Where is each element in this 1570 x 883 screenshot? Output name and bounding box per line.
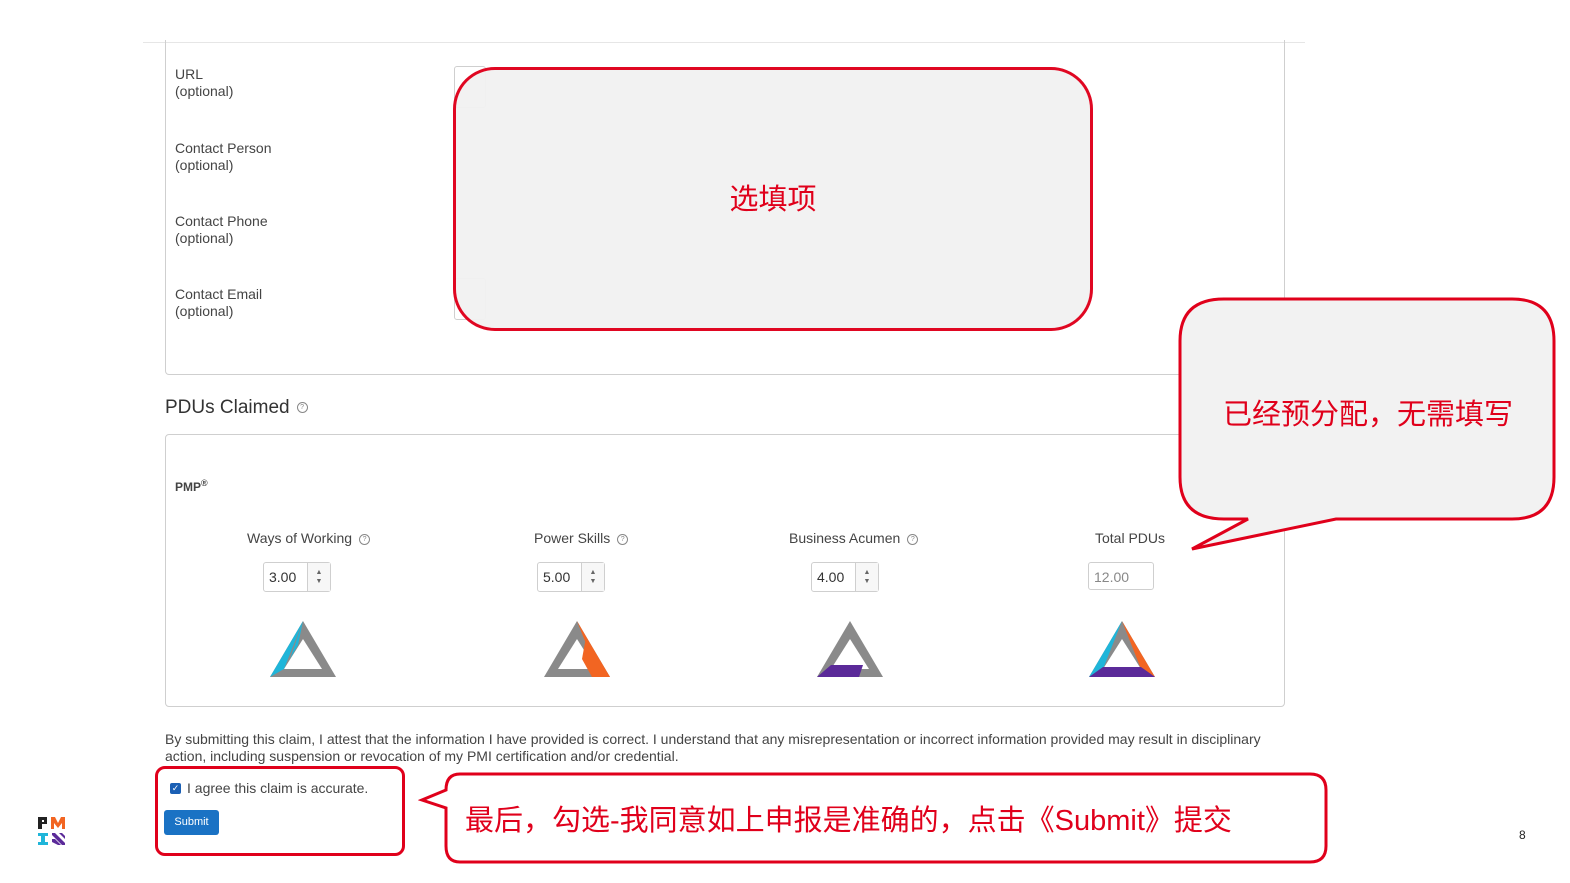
field-label-text: Contact Email bbox=[175, 286, 263, 302]
agree-submit-highlight bbox=[155, 766, 405, 856]
final-step-callout-text: 最后，勾选-我同意如上申报是准确的，点击《Submit》提交 bbox=[465, 805, 1232, 837]
chevron-up-icon[interactable]: ▲ bbox=[316, 568, 323, 577]
url-label: URL (optional) bbox=[175, 66, 233, 100]
field-optional-text: (optional) bbox=[175, 83, 234, 99]
pdus-claimed-title-text: PDUs Claimed bbox=[165, 397, 290, 418]
field-optional-text: (optional) bbox=[175, 157, 234, 173]
help-icon[interactable]: ? bbox=[617, 533, 629, 545]
total-pdus-field: 12.00 bbox=[1088, 562, 1154, 590]
power-skills-stepper[interactable]: 5.00 ▲ ▼ bbox=[537, 562, 605, 592]
stepper-value[interactable]: 5.00 bbox=[538, 563, 581, 591]
power-skills-triangle-icon bbox=[544, 621, 610, 677]
stepper-value[interactable]: 4.00 bbox=[812, 563, 855, 591]
field-label-text: URL bbox=[175, 66, 204, 82]
ways-of-working-stepper[interactable]: 3.00 ▲ ▼ bbox=[263, 562, 331, 592]
column-label-text: Ways of Working bbox=[247, 530, 353, 546]
column-label-text: Business Acumen bbox=[789, 530, 901, 546]
field-label-text: Contact Person bbox=[175, 140, 272, 156]
page-number: 8 bbox=[1519, 828, 1526, 842]
help-icon[interactable]: ? bbox=[296, 402, 308, 414]
field-optional-text: (optional) bbox=[175, 303, 234, 319]
ways-of-working-label: Ways of Working? bbox=[247, 530, 371, 546]
talent-triangle-icon bbox=[1089, 621, 1155, 677]
chevron-down-icon[interactable]: ▼ bbox=[316, 577, 323, 586]
disclaimer-text: By submitting this claim, I attest that … bbox=[165, 731, 1261, 764]
stepper-arrows[interactable]: ▲ ▼ bbox=[307, 563, 330, 591]
certification-label: PMP® bbox=[175, 478, 208, 494]
certification-name: PMP bbox=[175, 480, 202, 494]
help-icon[interactable]: ? bbox=[359, 533, 371, 545]
pmi-logo-icon bbox=[38, 817, 65, 845]
chevron-up-icon[interactable]: ▲ bbox=[864, 568, 871, 577]
business-acumen-stepper[interactable]: 4.00 ▲ ▼ bbox=[811, 562, 879, 592]
optional-fields-callout-text: 选填项 bbox=[729, 184, 817, 216]
help-icon[interactable]: ? bbox=[907, 533, 919, 545]
contact-email-label: Contact Email (optional) bbox=[175, 286, 262, 320]
total-pdus-label: Total PDUs bbox=[1095, 530, 1166, 546]
preassigned-callout-text: 已经预分配，无需填写 bbox=[1222, 399, 1513, 431]
business-acumen-label: Business Acumen? bbox=[789, 530, 919, 546]
stepper-arrows[interactable]: ▲ ▼ bbox=[855, 563, 878, 591]
chevron-down-icon[interactable]: ▼ bbox=[590, 577, 597, 586]
ways-of-working-triangle-icon bbox=[270, 621, 336, 677]
stepper-arrows[interactable]: ▲ ▼ bbox=[581, 563, 604, 591]
chevron-down-icon[interactable]: ▼ bbox=[864, 577, 871, 586]
power-skills-label: Power Skills? bbox=[534, 530, 629, 546]
business-acumen-triangle-icon bbox=[817, 621, 883, 677]
pdus-claimed-title: PDUs Claimed? bbox=[165, 397, 308, 419]
contact-person-label: Contact Person (optional) bbox=[175, 140, 272, 174]
field-optional-text: (optional) bbox=[175, 230, 234, 246]
column-label-text: Power Skills bbox=[534, 530, 611, 546]
contact-phone-label: Contact Phone (optional) bbox=[175, 213, 268, 247]
registered-mark: ® bbox=[201, 478, 208, 488]
field-label-text: Contact Phone bbox=[175, 213, 268, 229]
chevron-up-icon[interactable]: ▲ bbox=[590, 568, 597, 577]
stepper-value[interactable]: 3.00 bbox=[264, 563, 307, 591]
